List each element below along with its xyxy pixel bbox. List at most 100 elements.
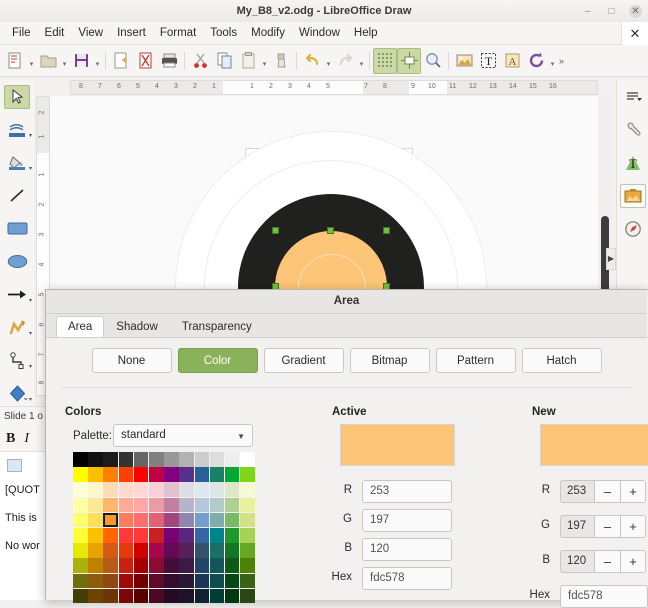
close-document-icon[interactable]: ✕: [621, 22, 648, 46]
color-swatch[interactable]: [103, 543, 118, 558]
save-document-icon[interactable]: [69, 48, 93, 74]
new-r-stepper[interactable]: 253 – +: [560, 480, 646, 503]
tab-shadow[interactable]: Shadow: [104, 316, 170, 337]
open-document-dropdown-icon[interactable]: ▾: [60, 48, 69, 74]
new-r-increment[interactable]: +: [620, 480, 646, 503]
color-swatch[interactable]: [133, 452, 149, 467]
new-g-increment[interactable]: +: [620, 515, 646, 538]
active-r-field[interactable]: 253: [362, 480, 452, 503]
color-swatch[interactable]: [240, 573, 255, 589]
color-swatch[interactable]: [88, 588, 103, 604]
color-swatch[interactable]: [194, 527, 210, 543]
new-g-value[interactable]: 197: [560, 515, 594, 538]
menu-view[interactable]: View: [71, 24, 110, 42]
menu-modify[interactable]: Modify: [244, 24, 292, 42]
color-swatch[interactable]: [103, 527, 118, 543]
color-swatch[interactable]: [118, 573, 134, 589]
selection-handle[interactable]: [327, 227, 334, 234]
color-swatch[interactable]: [209, 452, 225, 467]
zoom-and-pan-tool[interactable]: ▾: [0, 113, 34, 146]
color-swatch[interactable]: [118, 527, 134, 543]
new-r-value[interactable]: 253: [560, 480, 594, 503]
color-swatch[interactable]: [118, 497, 134, 513]
color-swatch[interactable]: [88, 558, 103, 573]
color-swatch[interactable]: [118, 558, 134, 573]
color-swatch[interactable]: [73, 512, 88, 528]
open-document-icon[interactable]: [36, 48, 60, 74]
properties-icon[interactable]: [617, 113, 648, 146]
color-swatch[interactable]: [133, 558, 149, 573]
color-swatch[interactable]: [164, 543, 179, 558]
color-swatch[interactable]: [209, 512, 225, 528]
color-swatch[interactable]: [209, 588, 225, 604]
new-hex-field[interactable]: fdc578: [560, 585, 648, 608]
color-swatch[interactable]: [194, 573, 210, 589]
minimize-icon[interactable]: –: [581, 5, 594, 18]
menu-format[interactable]: Format: [153, 24, 203, 42]
chevron-down-icon[interactable]: ▼: [237, 426, 245, 447]
active-g-field[interactable]: 197: [362, 509, 452, 532]
palette-select[interactable]: standard ▼: [113, 424, 253, 447]
color-swatch[interactable]: [164, 558, 179, 573]
fill-gradient-button[interactable]: Gradient: [263, 348, 344, 373]
color-swatch[interactable]: [164, 588, 179, 604]
fill-color-button[interactable]: Color: [177, 348, 258, 373]
color-swatch[interactable]: [73, 452, 88, 467]
color-swatch[interactable]: [118, 452, 134, 467]
menu-help[interactable]: Help: [347, 24, 385, 42]
maximize-icon[interactable]: □: [605, 5, 618, 18]
color-swatch[interactable]: [209, 467, 225, 482]
insert-image-icon[interactable]: [452, 48, 476, 74]
color-swatch[interactable]: [73, 467, 88, 482]
zoom-icon[interactable]: [421, 48, 445, 74]
new-document-dropdown-icon[interactable]: ▾: [27, 48, 36, 74]
color-swatch[interactable]: [133, 588, 149, 604]
fill-pattern-button[interactable]: Pattern: [435, 348, 516, 373]
transformations-icon[interactable]: [524, 48, 548, 74]
horizontal-ruler[interactable]: 8 7 6 5 4 3 2 1 1 2 3 4 5 7 8 9 10 11 12…: [70, 80, 598, 95]
color-swatch[interactable]: [179, 467, 194, 482]
color-swatch[interactable]: [148, 452, 164, 467]
color-swatch[interactable]: [209, 558, 225, 573]
color-swatch[interactable]: [240, 527, 255, 543]
color-swatch[interactable]: [133, 467, 149, 482]
rectangle-tool[interactable]: [0, 212, 34, 245]
new-b-stepper[interactable]: 120 – +: [560, 550, 646, 573]
color-swatch[interactable]: [179, 482, 194, 497]
clone-formatting-icon[interactable]: [269, 48, 293, 74]
color-swatch[interactable]: [194, 497, 210, 513]
fill-hatch-button[interactable]: Hatch: [521, 348, 602, 373]
color-swatch[interactable]: [148, 543, 164, 558]
color-swatch[interactable]: [194, 467, 210, 482]
color-palette-grid[interactable]: [73, 452, 255, 604]
color-swatch[interactable]: [118, 467, 134, 482]
line-tool[interactable]: [0, 179, 34, 212]
close-icon[interactable]: ✕: [629, 4, 642, 18]
bold-button[interactable]: B: [6, 431, 15, 447]
fill-none-button[interactable]: None: [91, 348, 172, 373]
color-swatch[interactable]: [148, 482, 164, 497]
cut-icon[interactable]: [188, 48, 212, 74]
new-b-increment[interactable]: +: [620, 550, 646, 573]
color-swatch[interactable]: [118, 588, 134, 604]
line-arrow-dropdown-icon[interactable]: ▾: [29, 297, 32, 304]
undo-dropdown-icon[interactable]: ▾: [324, 48, 333, 74]
color-swatch[interactable]: [133, 573, 149, 589]
fill-color-dropdown-icon[interactable]: ▾: [29, 165, 32, 172]
color-swatch[interactable]: [224, 573, 240, 589]
new-g-decrement[interactable]: –: [594, 515, 620, 538]
color-swatch[interactable]: [73, 497, 88, 513]
sidebar-settings-icon[interactable]: [617, 80, 648, 113]
color-swatch[interactable]: [103, 467, 118, 482]
toolbar-overflow-icon[interactable]: »: [557, 56, 564, 66]
color-swatch[interactable]: [73, 558, 88, 573]
character-styles-icon[interactable]: T: [617, 146, 648, 179]
color-swatch[interactable]: [194, 543, 210, 558]
sidebar-show-handle[interactable]: ▶: [606, 248, 616, 270]
export-pdf-icon[interactable]: [109, 48, 133, 74]
color-swatch[interactable]: [148, 527, 164, 543]
color-swatch[interactable]: [209, 543, 225, 558]
redo-icon[interactable]: [333, 48, 357, 74]
print-icon[interactable]: [157, 48, 181, 74]
transformations-dropdown-icon[interactable]: ▾: [548, 48, 557, 74]
